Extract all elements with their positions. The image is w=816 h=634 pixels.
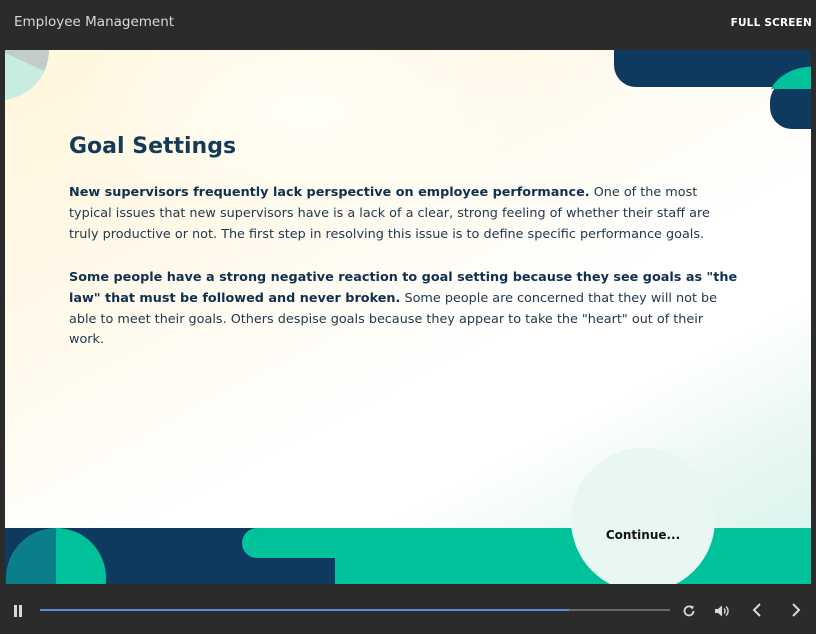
paragraph-1: New supervisors frequently lack perspect… [69,183,741,245]
chevron-left-icon[interactable] [750,602,764,622]
slide-title: Goal Settings [69,134,237,159]
player-controls [0,584,816,634]
title-bar: Employee Management FULL SCREEN [0,0,816,50]
progress-bar[interactable] [40,609,670,611]
paragraph-1-lead: New supervisors frequently lack perspect… [69,185,590,200]
progress-fill [40,609,570,611]
slide-canvas: Goal Settings New supervisors frequently… [5,50,811,584]
continue-button[interactable]: Continue... [583,528,703,542]
continue-circle [571,448,715,584]
bottom-navy-pill [205,558,335,583]
paragraph-2: Some people have a strong negative react… [69,268,741,351]
top-left-pie-decoration [5,50,49,100]
replay-icon[interactable] [682,603,696,622]
volume-icon[interactable] [714,603,730,622]
app-title: Employee Management [14,14,175,30]
full-screen-button[interactable]: FULL SCREEN [731,17,812,29]
pause-icon[interactable] [12,603,24,622]
chevron-right-icon[interactable] [789,602,803,622]
